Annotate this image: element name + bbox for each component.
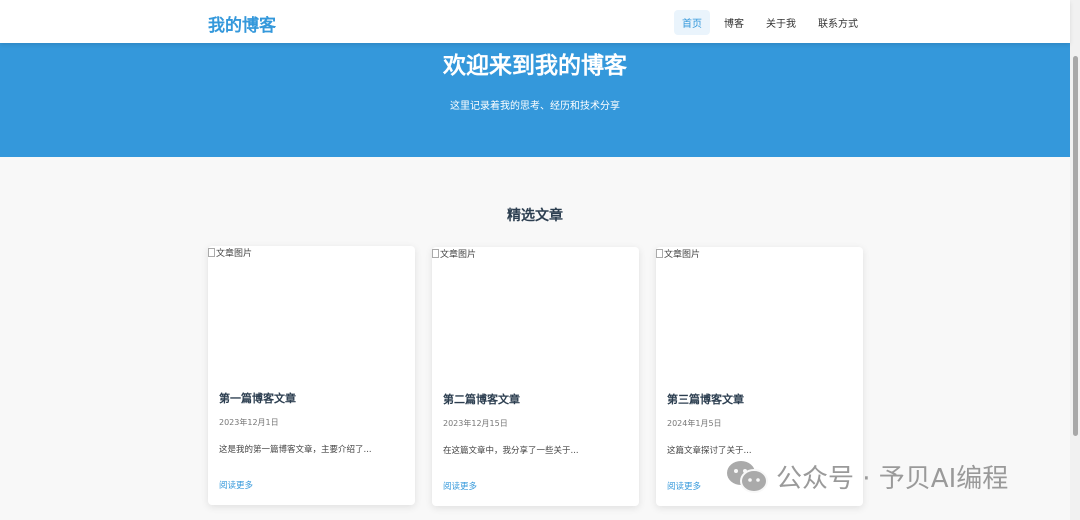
article-excerpt: 这篇文章探讨了关于... xyxy=(667,446,752,456)
site-logo[interactable]: 我的博客 xyxy=(208,11,276,36)
wechat-icon xyxy=(727,460,768,493)
scrollbar[interactable] xyxy=(1070,0,1080,520)
nav-about[interactable]: 关于我 xyxy=(758,10,804,35)
image-alt: 文章图片 xyxy=(664,250,701,260)
nav-blog[interactable]: 博客 xyxy=(716,10,752,35)
featured-title: 精选文章 xyxy=(507,208,563,224)
navbar: 我的博客 首页 博客 关于我 联系方式 xyxy=(0,0,1070,43)
broken-image-icon xyxy=(208,248,215,257)
read-more-link[interactable]: 阅读更多 xyxy=(667,480,701,492)
article-image: 文章图片 xyxy=(208,246,415,371)
article-excerpt: 在这篇文章中，我分享了一些关于... xyxy=(443,446,579,456)
article-card: 文章图片 第一篇博客文章 2023年12月1日 这是我的第一篇博客文章，主要介绍… xyxy=(208,246,415,505)
nav-home[interactable]: 首页 xyxy=(674,10,710,35)
image-alt: 文章图片 xyxy=(216,249,253,259)
hero-banner: 欢迎来到我的博客 这里记录着我的思考、经历和技术分享 xyxy=(0,43,1070,157)
article-title: 第三篇博客文章 xyxy=(667,393,744,406)
broken-image-icon xyxy=(432,249,439,258)
image-alt: 文章图片 xyxy=(440,250,477,260)
article-card: 文章图片 第二篇博客文章 2023年12月15日 在这篇文章中，我分享了一些关于… xyxy=(432,247,639,506)
watermark: 公众号 · 予贝AI编程 xyxy=(726,458,1008,495)
read-more-link[interactable]: 阅读更多 xyxy=(219,479,253,491)
hero-subtitle: 这里记录着我的思考、经历和技术分享 xyxy=(450,101,620,112)
article-date: 2024年1月5日 xyxy=(667,419,722,428)
watermark-text: 公众号 · 予贝AI编程 xyxy=(776,464,1009,494)
nav-menu: 首页 博客 关于我 联系方式 xyxy=(674,10,866,35)
article-date: 2023年12月1日 xyxy=(219,418,279,427)
scrollbar-thumb[interactable] xyxy=(1073,56,1078,436)
article-image: 文章图片 xyxy=(432,247,639,372)
nav-contact[interactable]: 联系方式 xyxy=(810,10,866,35)
read-more-link[interactable]: 阅读更多 xyxy=(443,480,477,492)
article-excerpt: 这是我的第一篇博客文章，主要介绍了... xyxy=(219,445,372,455)
article-title: 第二篇博客文章 xyxy=(443,393,520,406)
hero-title: 欢迎来到我的博客 xyxy=(443,53,627,79)
broken-image-icon xyxy=(656,249,663,258)
article-title: 第一篇博客文章 xyxy=(219,392,296,405)
article-image: 文章图片 xyxy=(656,247,863,372)
article-date: 2023年12月15日 xyxy=(443,419,508,428)
